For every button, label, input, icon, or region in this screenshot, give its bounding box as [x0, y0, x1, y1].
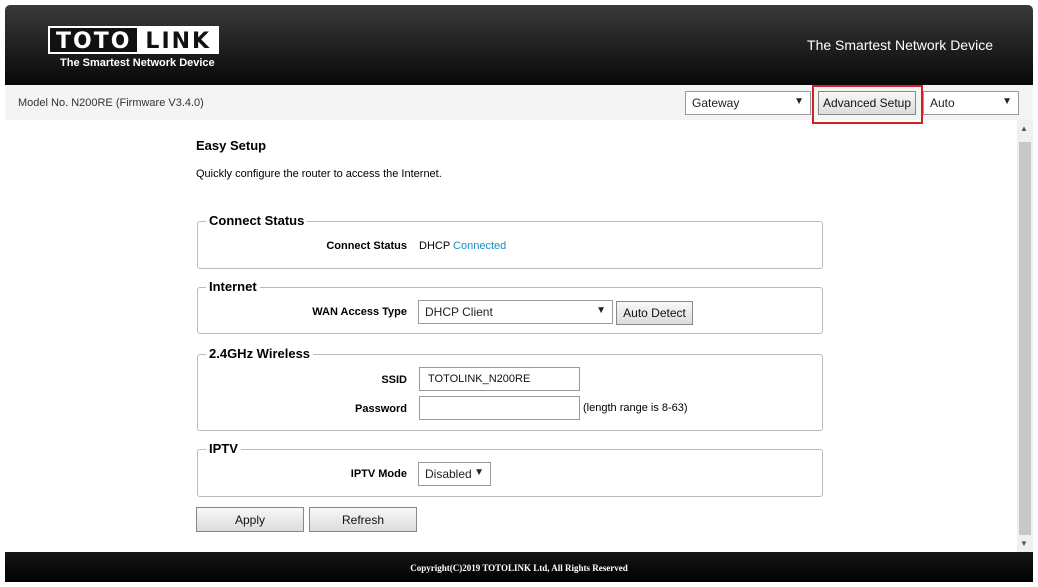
logo-tagline: The Smartest Network Device	[60, 57, 215, 69]
chevron-down-icon: ▼	[1002, 96, 1012, 107]
header-tagline: The Smartest Network Device	[807, 37, 993, 53]
internet-legend: Internet	[206, 279, 260, 294]
apply-button[interactable]: Apply	[196, 507, 304, 532]
password-input[interactable]	[419, 396, 580, 420]
connect-status-value: DHCP Connected	[419, 240, 506, 252]
header-banner: TOTO LINK The Smartest Network Device Th…	[5, 5, 1033, 85]
iptv-mode-value: Disabled	[425, 467, 472, 481]
auto-detect-button[interactable]: Auto Detect	[616, 301, 693, 325]
mode-select-value: Gateway	[692, 96, 740, 110]
copyright-text: Copyright(C)2019 TOTOLINK Ltd, All Right…	[410, 563, 628, 573]
footer: Copyright(C)2019 TOTOLINK Ltd, All Right…	[5, 552, 1033, 582]
chevron-down-icon: ▼	[596, 305, 606, 316]
iptv-mode-select[interactable]: Disabled ▼	[418, 462, 491, 486]
connect-status-legend: Connect Status	[206, 213, 308, 228]
logo-toto-text: TOTO	[48, 26, 140, 54]
logo-link-text: LINK	[139, 26, 220, 54]
top-toolbar: Model No. N200RE (Firmware V3.4.0) Gatew…	[5, 85, 1033, 124]
ssid-input[interactable]: TOTOLINK_N200RE	[419, 367, 580, 391]
chevron-down-icon: ▼	[474, 467, 484, 478]
connection-state: Connected	[453, 240, 507, 252]
iptv-section: IPTV IPTV Mode Disabled ▼	[197, 441, 823, 497]
ssid-label: SSID	[381, 374, 407, 386]
password-hint: (length range is 8-63)	[583, 402, 688, 414]
connect-status-section: Connect Status Connect Status DHCP Conne…	[197, 213, 823, 269]
connect-status-label: Connect Status	[326, 240, 407, 252]
scroll-down-icon[interactable]: ▼	[1020, 539, 1028, 548]
iptv-legend: IPTV	[206, 441, 241, 456]
wan-access-type-label: WAN Access Type	[312, 306, 407, 318]
scroll-up-icon[interactable]: ▲	[1020, 124, 1028, 133]
vertical-scrollbar[interactable]: ▲ ▼	[1017, 120, 1033, 552]
wireless-section: 2.4GHz Wireless SSID TOTOLINK_N200RE Pas…	[197, 346, 823, 431]
wan-access-type-value: DHCP Client	[425, 305, 493, 319]
internet-section: Internet WAN Access Type DHCP Client ▼ A…	[197, 279, 823, 334]
page-title: Easy Setup	[196, 138, 267, 153]
mode-select[interactable]: Gateway ▼	[685, 91, 811, 115]
iptv-mode-label: IPTV Mode	[350, 468, 407, 480]
connection-type: DHCP	[419, 240, 450, 252]
model-number: Model No. N200RE (Firmware V3.4.0)	[18, 97, 204, 109]
chevron-down-icon: ▼	[794, 96, 804, 107]
wan-access-type-select[interactable]: DHCP Client ▼	[418, 300, 613, 324]
password-label: Password	[355, 403, 407, 415]
advanced-setup-button[interactable]: Advanced Setup	[818, 91, 916, 115]
scrollbar-thumb[interactable]	[1019, 142, 1031, 535]
totolink-logo: TOTO LINK The Smartest Network Device	[48, 26, 220, 69]
language-select[interactable]: Auto ▼	[923, 91, 1019, 115]
page-description: Quickly configure the router to access t…	[196, 168, 442, 180]
language-select-value: Auto	[930, 96, 955, 110]
wireless-legend: 2.4GHz Wireless	[206, 346, 314, 361]
refresh-button[interactable]: Refresh	[309, 507, 417, 532]
